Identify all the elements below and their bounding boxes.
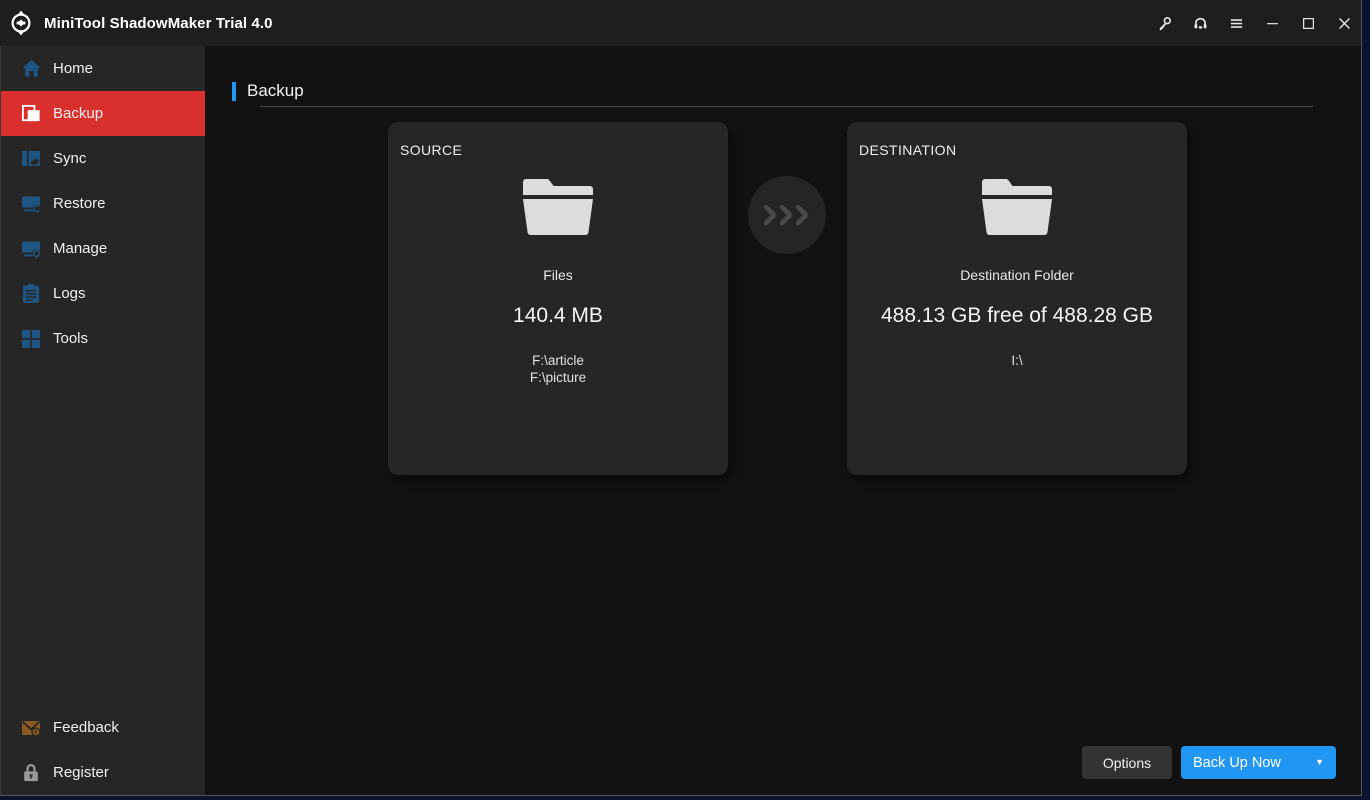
footer-actions: Options Back Up Now ▼ [1082,746,1336,779]
backup-icon [20,103,42,125]
feedback-envelope-icon [21,720,41,737]
page-title-accent-bar [232,82,236,101]
source-type: Files [543,267,573,283]
sidebar: Home Backup Sync Restore Manage Logs Too… [0,46,205,795]
sidebar-nav: Home Backup Sync Restore Manage Logs Too… [1,46,205,361]
sidebar-item-label: Manage [53,240,108,257]
header-divider [260,106,1313,107]
back-up-now-button[interactable]: Back Up Now ▼ [1181,746,1336,779]
source-card[interactable]: SOURCE Files 140.4 MB F:\article F:\pict… [388,122,728,475]
sidebar-item-feedback[interactable]: Feedback [1,705,205,750]
tools-icon [22,329,40,348]
sidebar-item-backup[interactable]: Backup [1,91,205,136]
sidebar-bottom-nav: Feedback Register [1,705,205,795]
options-button[interactable]: Options [1082,746,1172,779]
destination-card-label: DESTINATION [859,142,957,158]
maximize-button[interactable] [1290,0,1326,46]
support-button[interactable] [1182,0,1218,46]
logs-icon [23,283,39,303]
minimize-button[interactable] [1254,0,1290,46]
title-bar: MiniTool ShadowMaker Trial 4.0 [0,0,1361,46]
chevrons-right-icon [763,204,809,226]
sidebar-item-logs[interactable]: Logs [1,271,205,316]
manage-icon [22,241,41,258]
page-header: Backup [232,80,304,102]
sidebar-item-label: Backup [53,105,104,122]
menu-button[interactable] [1218,0,1254,46]
app-title: MiniTool ShadowMaker Trial 4.0 [44,14,273,32]
back-up-now-label: Back Up Now [1193,754,1281,771]
content-area: Backup SOURCE Files 140.4 MB F:\article … [205,46,1361,795]
destination-type: Destination Folder [960,267,1074,283]
destination-path: I:\ [1011,353,1023,368]
destination-capacity: 488.13 GB free of 488.28 GB [880,304,1153,327]
folder-icon [523,179,593,235]
sidebar-item-label: Sync [53,150,87,167]
folder-icon [982,179,1052,235]
source-card-label: SOURCE [400,142,463,158]
chevron-down-icon[interactable]: ▼ [1315,758,1324,767]
license-key-button[interactable] [1146,0,1182,46]
sidebar-item-label: Restore [53,195,106,212]
restore-icon [22,196,41,212]
sidebar-item-manage[interactable]: Manage [1,226,205,271]
source-paths: F:\article F:\picture [388,352,728,386]
home-icon [20,58,42,80]
lock-icon [24,763,38,781]
sidebar-item-restore[interactable]: Restore [1,181,205,226]
source-size: 140.4 MB [513,304,603,327]
sidebar-item-tools[interactable]: Tools [1,316,205,361]
sidebar-item-label: Logs [53,285,86,302]
window-controls [1146,0,1361,46]
sync-icon [22,150,40,166]
transfer-direction-indicator [748,176,826,254]
close-button[interactable] [1326,0,1361,46]
app-window: MiniTool ShadowMaker Trial 4.0 Home Back… [0,0,1362,796]
destination-card[interactable]: DESTINATION Destination Folder 488.13 GB… [847,122,1187,475]
sidebar-item-home[interactable]: Home [1,46,205,91]
source-path: F:\article [532,353,584,368]
source-path: F:\picture [529,370,587,385]
page-title: Backup [247,81,304,100]
sidebar-item-label: Feedback [53,719,119,736]
shadowmaker-logo-icon [11,10,31,36]
sidebar-item-sync[interactable]: Sync [1,136,205,181]
sidebar-item-label: Register [53,764,109,781]
sidebar-item-register[interactable]: Register [1,750,205,795]
sidebar-item-label: Tools [53,330,89,347]
sidebar-item-label: Home [53,60,94,77]
destination-paths: I:\ [847,352,1187,369]
